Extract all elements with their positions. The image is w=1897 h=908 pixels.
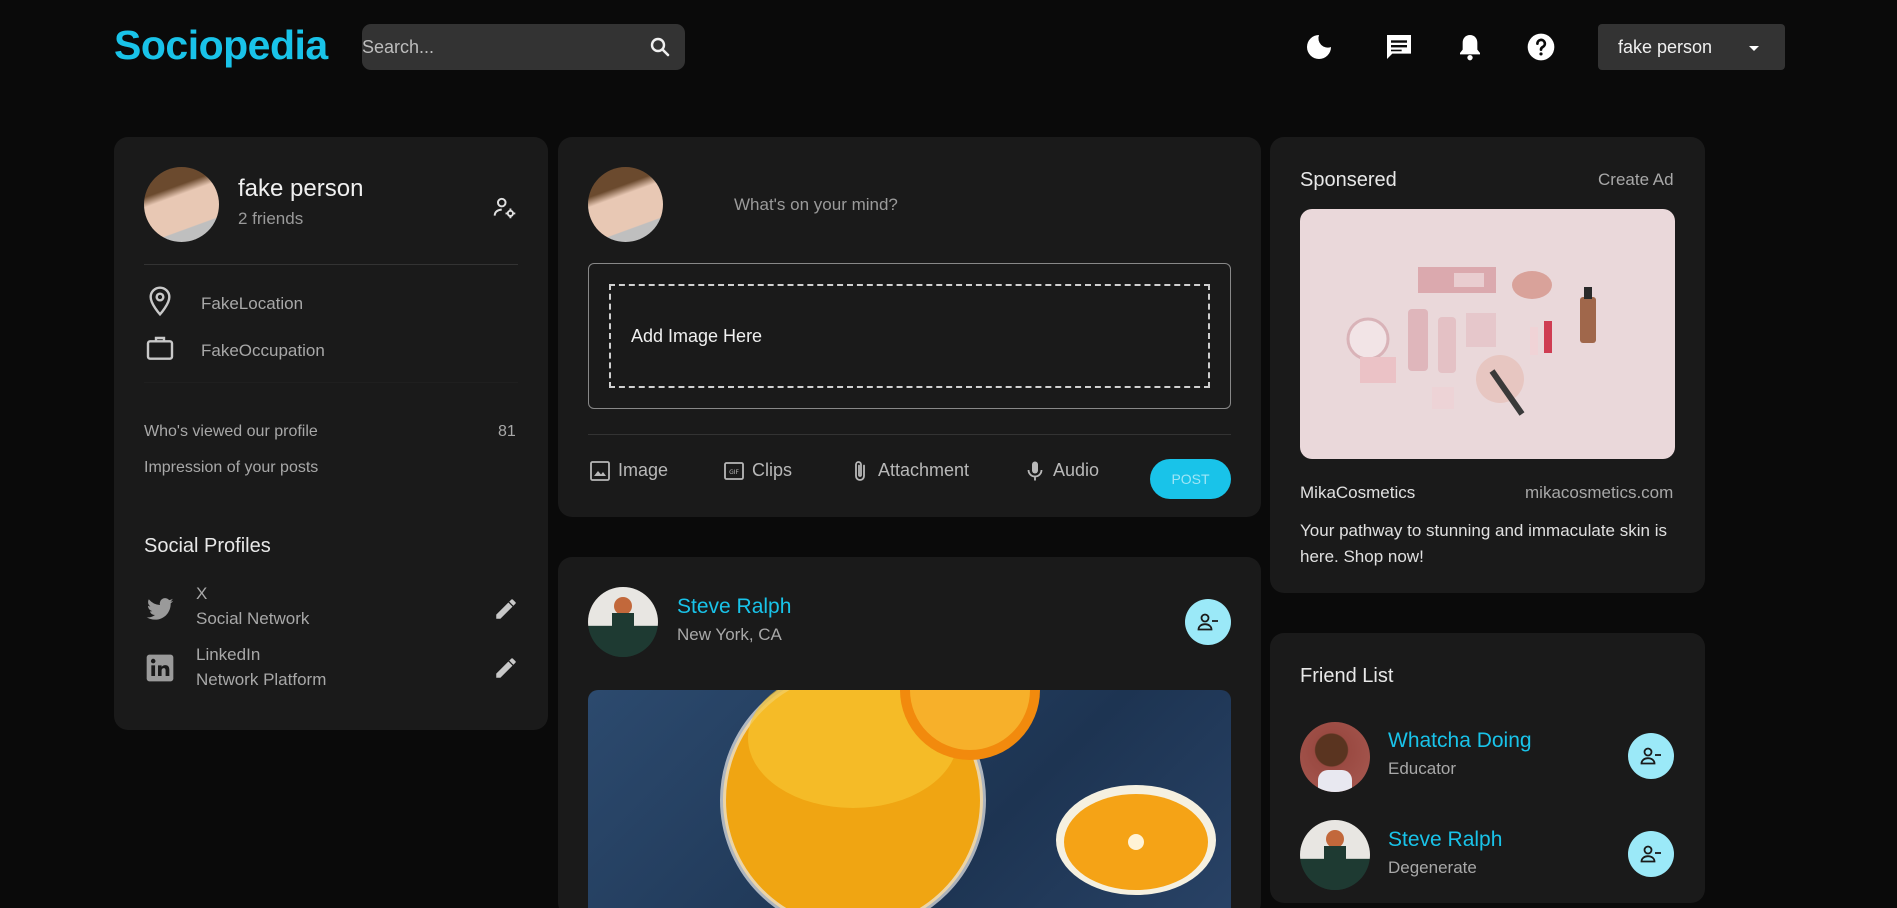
create-ad-link[interactable]: Create Ad bbox=[1598, 170, 1674, 190]
tool-attachment[interactable]: Attachment bbox=[848, 459, 969, 483]
friend-name[interactable]: Whatcha Doing bbox=[1388, 729, 1532, 753]
profile-occupation: FakeOccupation bbox=[201, 341, 325, 360]
post-button[interactable]: POST bbox=[1150, 459, 1231, 499]
edit-icon[interactable] bbox=[493, 655, 519, 681]
profile-friends-count: 2 friends bbox=[238, 209, 304, 228]
person-remove-icon bbox=[1640, 747, 1661, 765]
post-impressions-label: Impression of your posts bbox=[144, 459, 319, 476]
social-name: X bbox=[196, 584, 208, 603]
notifications-icon[interactable] bbox=[1454, 31, 1486, 63]
divider bbox=[144, 264, 518, 265]
profile-location: FakeLocation bbox=[201, 294, 304, 313]
tool-audio[interactable]: Audio bbox=[1023, 459, 1099, 483]
remove-friend-button[interactable] bbox=[1628, 733, 1674, 779]
cosmetics-photo bbox=[1346, 267, 1596, 416]
tool-label: Clips bbox=[752, 459, 793, 480]
profile-views-label: Who's viewed our profile bbox=[144, 423, 318, 440]
ad-text: Your pathway to stunning and immaculate … bbox=[1300, 521, 1667, 566]
tool-clips[interactable]: GIF Clips bbox=[722, 459, 792, 483]
friend-name[interactable]: Steve Ralph bbox=[1388, 828, 1502, 852]
avatar[interactable] bbox=[1300, 820, 1370, 890]
social-desc: Network Platform bbox=[196, 670, 327, 689]
social-desc: Social Network bbox=[196, 609, 310, 628]
divider bbox=[144, 382, 518, 383]
friend-list-card: Friend List Whatcha Doing Educator Steve… bbox=[1270, 633, 1705, 903]
social-name: LinkedIn bbox=[196, 645, 261, 664]
remove-friend-button[interactable] bbox=[1628, 831, 1674, 877]
ad-url[interactable]: mikacosmetics.com bbox=[1525, 483, 1673, 503]
avatar bbox=[588, 167, 663, 242]
chevron-down-icon bbox=[1749, 46, 1759, 51]
ad-image[interactable] bbox=[1300, 209, 1675, 459]
sponsored-title: Sponsered bbox=[1300, 169, 1397, 191]
search-bar bbox=[362, 24, 685, 70]
tool-label: Audio bbox=[1053, 459, 1100, 480]
work-icon bbox=[146, 336, 174, 360]
manage-accounts-icon[interactable] bbox=[492, 195, 518, 221]
dropzone-label: Add Image Here bbox=[631, 326, 763, 346]
dark-mode-icon[interactable] bbox=[1303, 31, 1335, 63]
twitter-icon bbox=[146, 598, 174, 620]
microphone-icon bbox=[1027, 461, 1043, 481]
search-input[interactable] bbox=[362, 24, 642, 70]
profile-card: fake person 2 friends FakeLocation FakeO… bbox=[114, 137, 548, 730]
edit-icon[interactable] bbox=[493, 596, 519, 622]
help-icon[interactable] bbox=[1525, 31, 1557, 63]
linkedin-icon bbox=[146, 654, 174, 682]
orange-juice-photo bbox=[720, 690, 1216, 908]
avatar[interactable] bbox=[1300, 722, 1370, 792]
tool-image[interactable]: Image bbox=[588, 459, 668, 483]
friend-list-title: Friend List bbox=[1300, 665, 1394, 687]
profile-views-value: 81 bbox=[498, 423, 516, 440]
message-icon[interactable] bbox=[1383, 31, 1415, 63]
post-input[interactable]: What's on your mind? bbox=[734, 195, 898, 215]
social-profiles-title: Social Profiles bbox=[144, 535, 271, 557]
person-remove-icon bbox=[1640, 845, 1661, 863]
user-dropdown-label: fake person bbox=[1618, 37, 1713, 57]
friend-role: Degenerate bbox=[1388, 858, 1477, 877]
dropzone-area[interactable]: Add Image Here bbox=[609, 284, 1210, 388]
tool-label: Image bbox=[618, 459, 669, 480]
profile-name[interactable]: fake person bbox=[238, 175, 363, 203]
avatar[interactable] bbox=[144, 167, 219, 242]
remove-friend-button[interactable] bbox=[1185, 599, 1231, 645]
location-icon bbox=[149, 286, 171, 317]
gif-icon: GIF bbox=[724, 462, 744, 480]
tool-label: Attachment bbox=[878, 459, 970, 480]
feed-post: Steve Ralph New York, CA bbox=[558, 557, 1261, 908]
sponsored-card: Sponsered Create Ad MikaCosmetics mikaco… bbox=[1270, 137, 1705, 593]
post-composer: What's on your mind? Add Image Here Imag… bbox=[558, 137, 1261, 517]
avatar[interactable] bbox=[588, 587, 658, 657]
post-image[interactable] bbox=[588, 690, 1231, 908]
friend-role: Educator bbox=[1388, 759, 1457, 778]
post-location: New York, CA bbox=[677, 625, 782, 644]
svg-text:GIF: GIF bbox=[729, 469, 739, 476]
search-icon[interactable] bbox=[648, 35, 672, 59]
user-dropdown[interactable]: fake person bbox=[1598, 24, 1785, 70]
image-dropzone[interactable]: Add Image Here bbox=[588, 263, 1231, 409]
attachment-icon bbox=[855, 461, 865, 481]
image-icon bbox=[590, 461, 610, 481]
brand-logo[interactable]: Sociopedia bbox=[114, 22, 328, 69]
ad-brand: MikaCosmetics bbox=[1300, 483, 1416, 502]
post-author[interactable]: Steve Ralph bbox=[677, 595, 791, 619]
divider bbox=[588, 434, 1231, 435]
person-remove-icon bbox=[1197, 613, 1218, 631]
